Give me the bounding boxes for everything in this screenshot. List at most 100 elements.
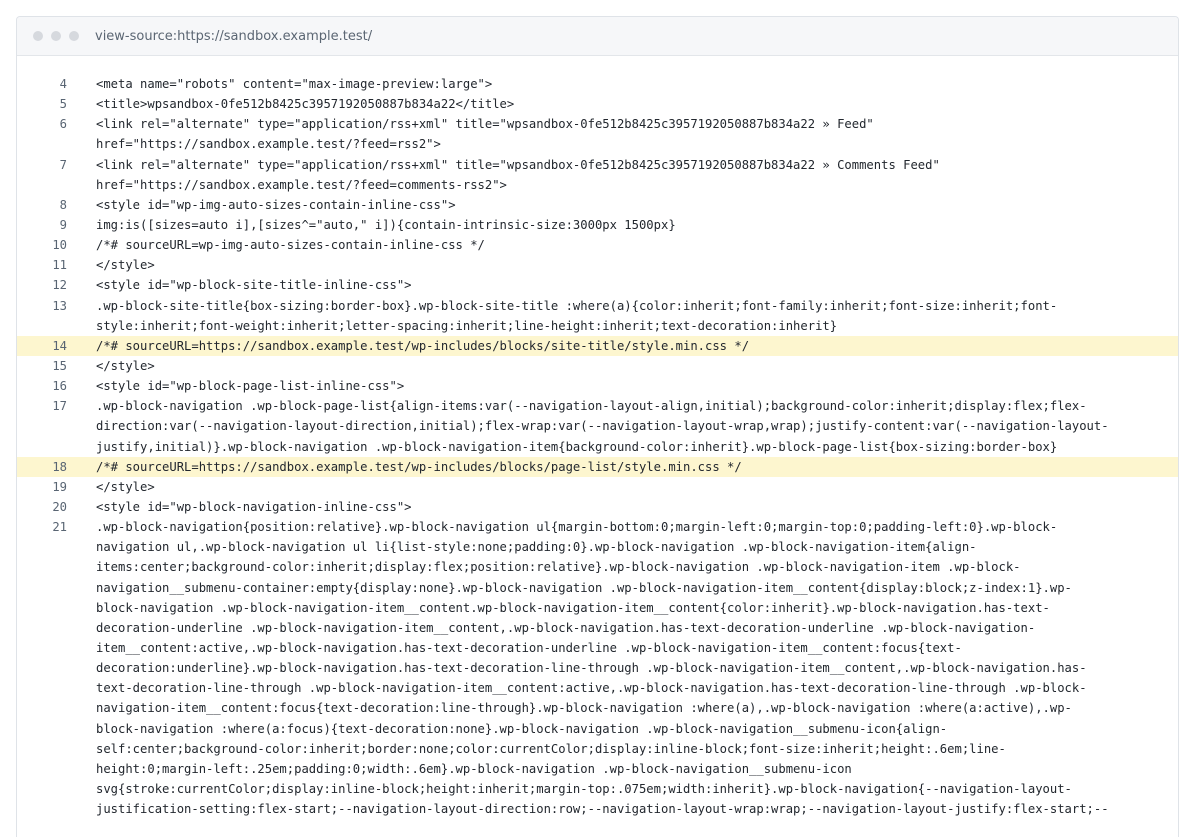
source-line: 20 <style id="wp-block-navigation-inline-… — [17, 497, 1178, 517]
code-text: </style> — [96, 258, 155, 273]
address-url[interactable]: view-source:https://sandbox.example.test… — [95, 29, 372, 44]
line-number: 20 — [17, 497, 96, 517]
line-number: 6 — [17, 114, 96, 134]
line-number-text: 9 — [59, 217, 67, 232]
line-number-text: 16 — [52, 379, 67, 394]
source-line: 10 /*# sourceURL=wp-img-auto-sizes-contai… — [17, 235, 1178, 255]
code-text: navigation ul,.wp-block-navigation ul li… — [96, 540, 977, 555]
maximize-dot[interactable] — [69, 31, 79, 41]
line-number-text: 4 — [59, 77, 67, 91]
source-line: 5 <title>wpsandbox-0fe512b8425c3957192050… — [17, 94, 1178, 114]
source-line: 4 <meta name="robots" content="max-image-… — [17, 74, 1178, 94]
line-content: </style> — [96, 255, 1178, 275]
line-number: 8 — [17, 195, 96, 215]
code-text: block-navigation .wp-block-navigation-it… — [96, 600, 1050, 615]
code-text: href="https://sandbox.example.test/?feed… — [96, 177, 507, 192]
source-line: 6 <link rel="alternate" type="application… — [17, 114, 1178, 154]
code-text: decoration:underline}.wp-block-navigatio… — [96, 661, 1087, 676]
source-line: 11 </style> — [17, 255, 1178, 275]
line-number-text: 17 — [52, 399, 67, 414]
line-number: 12 — [17, 275, 96, 295]
line-number: 7 — [17, 155, 96, 175]
code-text: style:inherit;font-weight:inherit;letter… — [96, 318, 838, 333]
line-number-text: 10 — [52, 238, 67, 253]
line-content: <style id="wp-block-page-list-inline-css… — [96, 376, 1178, 396]
line-content: </style> — [96, 356, 1178, 376]
line-number-text: 19 — [52, 479, 67, 494]
line-number: 15 — [17, 356, 96, 376]
code-text: <style id="wp-block-navigation-inline-cs… — [96, 499, 412, 514]
code-text: .wp-block-site-title{box-sizing:border-b… — [96, 298, 1058, 313]
code-text: justification-setting:flex-start;--navig… — [96, 802, 1109, 817]
source-line: 13 .wp-block-site-title{box-sizing:border… — [17, 296, 1178, 336]
code-text: items:center;background-color:inherit;di… — [96, 560, 1021, 575]
line-content: img:is([sizes=auto i],[sizes^="auto," i]… — [96, 215, 1178, 235]
source-line: 12 <style id="wp-block-site-title-inline-… — [17, 275, 1178, 295]
code-text: <style id="wp-block-site-title-inline-cs… — [96, 278, 412, 293]
line-content: /*# sourceURL=https://sandbox.example.te… — [96, 457, 1178, 477]
view-source-window: view-source:https://sandbox.example.test… — [16, 16, 1179, 837]
close-dot[interactable] — [33, 31, 43, 41]
code-text: text-decoration-line-through .wp-block-n… — [96, 681, 1087, 696]
source-line: 19 </style> — [17, 477, 1178, 497]
source-line-highlighted: 14 /*# sourceURL=https://sandbox.example.… — [17, 335, 1178, 356]
line-number: 19 — [17, 477, 96, 497]
code-text: navigation__submenu-container:empty{disp… — [96, 580, 1072, 595]
code-text: <meta name="robots" content="max-image-p… — [96, 77, 493, 91]
line-content: <meta name="robots" content="max-image-p… — [96, 74, 1178, 94]
source-line: 21 .wp-block-navigation{position:relative… — [17, 517, 1178, 819]
source-line: 9 img:is([sizes=auto i],[sizes^="auto," i… — [17, 215, 1178, 235]
code-text: <style id="wp-block-page-list-inline-css… — [96, 379, 405, 394]
source-line: 15 </style> — [17, 356, 1178, 376]
line-number: 13 — [17, 296, 96, 316]
code-text: item__content:active,.wp-block-navigatio… — [96, 640, 962, 655]
minimize-dot[interactable] — [51, 31, 61, 41]
code-text: height:0;margin-left:.25em;padding:0;wid… — [96, 761, 852, 776]
source-line: 8 <style id="wp-img-auto-sizes-contain-in… — [17, 195, 1178, 215]
line-number-text: 15 — [52, 358, 67, 373]
line-content: .wp-block-site-title{box-sizing:border-b… — [96, 296, 1178, 336]
line-content: .wp-block-navigation .wp-block-page-list… — [96, 396, 1178, 456]
code-text: </style> — [96, 358, 155, 373]
line-number: 9 — [17, 215, 96, 235]
line-number: 11 — [17, 255, 96, 275]
code-text: navigation-item__content:focus{text-deco… — [96, 701, 1072, 716]
title-bar: view-source:https://sandbox.example.test… — [17, 17, 1178, 56]
line-number-text: 13 — [52, 298, 67, 313]
line-number-text: 11 — [52, 258, 67, 273]
line-number-text: 6 — [59, 117, 67, 132]
line-content: /*# sourceURL=wp-img-auto-sizes-contain-… — [96, 235, 1178, 255]
code-text: img:is([sizes=auto i],[sizes^="auto," i]… — [96, 217, 676, 232]
code-text: justify,initial)}.wp-block-navigation .w… — [96, 439, 1058, 454]
source-code-view: 4 <meta name="robots" content="max-image-… — [17, 74, 1178, 819]
code-text: block-navigation :where(a:focus){text-de… — [96, 721, 948, 736]
line-content: </style> — [96, 477, 1178, 497]
line-number-text: 20 — [52, 499, 67, 514]
code-text: <link rel="alternate" type="application/… — [96, 117, 874, 132]
window-controls — [33, 31, 79, 41]
code-text: <title>wpsandbox-0fe512b8425c39571920508… — [96, 97, 515, 112]
line-number-text: 18 — [52, 459, 67, 474]
line-content: <link rel="alternate" type="application/… — [96, 155, 1178, 195]
code-text: </style> — [96, 479, 155, 494]
line-content: <style id="wp-block-navigation-inline-cs… — [96, 497, 1178, 517]
code-text: decoration-underline .wp-block-navigatio… — [96, 620, 1036, 635]
code-text: <style id="wp-img-auto-sizes-contain-inl… — [96, 197, 456, 212]
line-number-text: 21 — [52, 520, 67, 535]
code-text: /*# sourceURL=https://sandbox.example.te… — [96, 459, 742, 474]
line-content: <title>wpsandbox-0fe512b8425c39571920508… — [96, 94, 1178, 114]
line-content: .wp-block-navigation{position:relative}.… — [96, 517, 1178, 819]
code-text: direction:var(--navigation-layout-direct… — [96, 419, 1109, 434]
code-text: svg{stroke:currentColor;display:inline-b… — [96, 781, 1072, 796]
line-content: <style id="wp-block-site-title-inline-cs… — [96, 275, 1178, 295]
code-text: .wp-block-navigation{position:relative}.… — [96, 520, 1058, 535]
line-number-text: 12 — [52, 278, 67, 293]
line-number: 4 — [17, 74, 96, 94]
code-text: /*# sourceURL=https://sandbox.example.te… — [96, 338, 750, 353]
code-text: /*# sourceURL=wp-img-auto-sizes-contain-… — [96, 238, 485, 253]
code-text: <link rel="alternate" type="application/… — [96, 157, 940, 172]
line-number: 5 — [17, 94, 96, 114]
source-line: 17 .wp-block-navigation .wp-block-page-li… — [17, 396, 1178, 456]
code-text: href="https://sandbox.example.test/?feed… — [96, 137, 441, 152]
line-content: /*# sourceURL=https://sandbox.example.te… — [96, 336, 1178, 356]
